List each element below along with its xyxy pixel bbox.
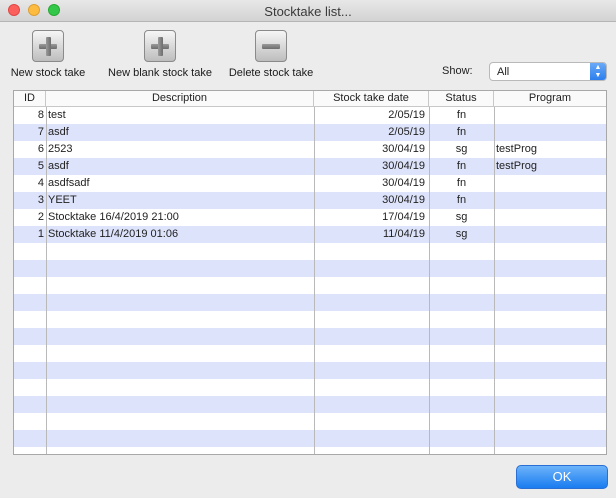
cell-id: 3: [37, 194, 44, 206]
cell-description: Stocktake 16/4/2019 21:00: [48, 211, 179, 223]
table-row-empty: [14, 413, 606, 430]
new-blank-stock-take-label: New blank stock take: [108, 67, 212, 79]
new-stock-take-button[interactable]: New stock take: [10, 30, 86, 79]
cell-date: 30/04/19: [382, 160, 425, 172]
cell-id: 1: [37, 228, 44, 240]
title-bar: Stocktake list...: [0, 0, 616, 22]
table-row[interactable]: 2 Stocktake 16/4/2019 21:00 17/04/19 sg: [14, 209, 606, 226]
cell-description: test: [48, 109, 66, 121]
window-title: Stocktake list...: [264, 4, 352, 19]
table-row-empty: [14, 430, 606, 447]
new-stock-take-label: New stock take: [10, 67, 86, 79]
cell-id: 4: [37, 177, 44, 189]
plus-icon: [32, 30, 64, 62]
column-header-program[interactable]: Program: [494, 91, 606, 107]
table-row-empty: [14, 362, 606, 379]
cell-date: 30/04/19: [382, 194, 425, 206]
column-divider: [46, 107, 47, 454]
table-row[interactable]: 5 asdf 30/04/19 fn testProg: [14, 158, 606, 175]
cell-description: asdfsadf: [48, 177, 90, 189]
cell-program: [496, 192, 604, 209]
table-row-empty: [14, 260, 606, 277]
cell-description: Stocktake 11/4/2019 01:06: [48, 228, 179, 240]
cell-program: testProg: [496, 143, 537, 155]
ok-button[interactable]: OK: [516, 465, 608, 489]
table-row-empty: [14, 328, 606, 345]
delete-stock-take-label: Delete stock take: [228, 67, 314, 79]
cell-status: sg: [455, 143, 468, 155]
minus-icon: [255, 30, 287, 62]
stocktake-list-window: Stocktake list... New stock take New bla…: [0, 0, 616, 498]
column-divider: [314, 107, 315, 454]
cell-id: 2: [37, 211, 44, 223]
table-row[interactable]: 4 asdfsadf 30/04/19 fn: [14, 175, 606, 192]
table-header: ID Description Stock take date Status Pr…: [14, 91, 606, 107]
cell-status: fn: [456, 126, 467, 138]
column-header-status[interactable]: Status: [429, 91, 494, 107]
cell-description: 2523: [48, 143, 73, 155]
cell-id: 6: [37, 143, 44, 155]
table-row-empty: [14, 294, 606, 311]
table-row[interactable]: 7 asdf 2/05/19 fn: [14, 124, 606, 141]
column-divider: [429, 107, 430, 454]
cell-date: 2/05/19: [388, 126, 425, 138]
cell-program: [496, 124, 604, 141]
cell-program: [496, 107, 604, 124]
cell-date: 11/04/19: [382, 228, 425, 240]
table-row-empty: [14, 277, 606, 294]
cell-status: fn: [456, 194, 467, 206]
plus-icon: [144, 30, 176, 62]
table-row[interactable]: 6 2523 30/04/19 sg testProg: [14, 141, 606, 158]
show-filter-value: All: [497, 66, 510, 78]
show-filter-select[interactable]: All ▲ ▼: [489, 62, 607, 81]
table-body: 8 test 2/05/19 fn 7 asdf 2/05/19 fn 6 2523 30/04/1…: [14, 107, 606, 447]
cell-status: fn: [456, 177, 467, 189]
cell-status: sg: [455, 228, 468, 240]
cell-date: 2/05/19: [388, 109, 425, 121]
table-row-empty: [14, 311, 606, 328]
cell-date: 30/04/19: [382, 177, 425, 189]
show-filter-label: Show:: [442, 65, 473, 77]
cell-description: asdf: [48, 126, 69, 138]
delete-stock-take-button[interactable]: Delete stock take: [228, 30, 314, 79]
table-row-empty: [14, 379, 606, 396]
table-row-empty: [14, 345, 606, 362]
cell-id: 7: [37, 126, 44, 138]
cell-description: YEET: [48, 194, 77, 206]
stocktake-table: ID Description Stock take date Status Pr…: [13, 90, 607, 455]
table-row-empty: [14, 243, 606, 260]
new-blank-stock-take-button[interactable]: New blank stock take: [106, 30, 214, 79]
column-header-id[interactable]: ID: [14, 91, 46, 107]
chevron-updown-icon: ▲ ▼: [590, 63, 606, 80]
table-row-empty: [14, 396, 606, 413]
table-row[interactable]: 8 test 2/05/19 fn: [14, 107, 606, 124]
column-header-date[interactable]: Stock take date: [314, 91, 429, 107]
table-row[interactable]: 1 Stocktake 11/4/2019 01:06 11/04/19 sg: [14, 226, 606, 243]
column-divider: [494, 107, 495, 454]
cell-description: asdf: [48, 160, 69, 172]
cell-status: fn: [456, 109, 467, 121]
cell-status: fn: [456, 160, 467, 172]
cell-date: 17/04/19: [382, 211, 425, 223]
cell-program: [496, 175, 604, 192]
cell-status: sg: [455, 211, 468, 223]
cell-id: 5: [37, 160, 44, 172]
cell-program: testProg: [496, 160, 537, 172]
column-header-description[interactable]: Description: [46, 91, 314, 107]
cell-program: [496, 226, 604, 243]
cell-id: 8: [37, 109, 44, 121]
cell-program: [496, 209, 604, 226]
table-row[interactable]: 3 YEET 30/04/19 fn: [14, 192, 606, 209]
cell-date: 30/04/19: [382, 143, 425, 155]
